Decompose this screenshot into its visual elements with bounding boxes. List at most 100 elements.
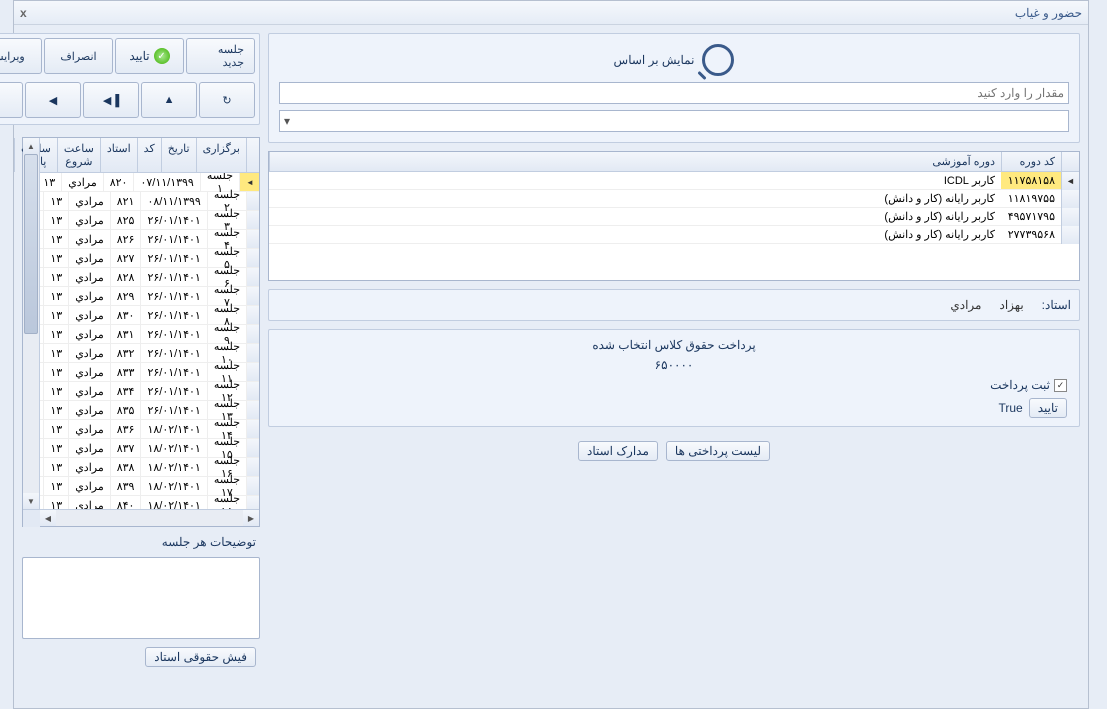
session-start: ۱۳ (44, 401, 69, 420)
session-start: ۱۳ (44, 325, 69, 344)
course-row[interactable]: ۴۹۵۷۱۷۹۵ کاربر رایانه (کار و دانش) (270, 208, 1080, 226)
sessions-col-holding[interactable]: برگزاری (197, 138, 247, 172)
course-code: ۱۱۷۵۸۱۵۸ (1002, 172, 1062, 190)
new-session-button[interactable]: جلسه جدید (187, 38, 256, 74)
search-dropdown[interactable] (280, 110, 1070, 132)
scroll-up-icon[interactable]: ▲ (24, 138, 40, 154)
row-indicator-icon (247, 211, 260, 230)
nav-refresh-button[interactable]: ↻ (200, 82, 256, 118)
session-code: ۸۲۵ (111, 211, 142, 230)
session-date: ۲۶/۰۱/۱۴۰۱ (141, 306, 207, 325)
row-indicator-icon (1062, 172, 1080, 190)
course-grid[interactable]: کد دوره دوره آموزشی ۱۱۷۵۸۱۵۸ کاربر ICDL … (269, 151, 1081, 281)
teacher-label: استاد: (1043, 298, 1072, 312)
session-date: ۲۶/۰۱/۱۴۰۱ (141, 211, 207, 230)
row-indicator-icon (247, 287, 260, 306)
main-window: حضور و غیاب x نمایش بر اساس کد دوره دوره… (14, 0, 1090, 709)
session-start: ۱۳ (44, 268, 69, 287)
session-date: ۱۸/۰۲/۱۴۰۱ (141, 458, 207, 477)
nav-last-button[interactable]: ▐◀ (84, 82, 140, 118)
session-date: ۲۶/۰۱/۱۴۰۱ (141, 344, 207, 363)
row-indicator-icon (247, 268, 260, 287)
session-date: ۲۶/۰۱/۱۴۰۱ (141, 382, 207, 401)
session-teacher: مرادي (69, 458, 111, 477)
session-start: ۱۳ (44, 458, 69, 477)
session-teacher: مرادي (69, 211, 111, 230)
session-start: ۱۳ (44, 211, 69, 230)
row-indicator-icon (247, 363, 260, 382)
session-teacher: مرادي (69, 306, 111, 325)
session-code: ۸۳۲ (111, 344, 142, 363)
session-code: ۸۲۸ (111, 268, 142, 287)
session-date: ۲۶/۰۱/۱۴۰۱ (141, 325, 207, 344)
session-start: ۱۳ (44, 477, 69, 496)
session-teacher: مرادي (69, 401, 111, 420)
session-code: ۸۳۹ (111, 477, 142, 496)
course-col-name[interactable]: دوره آموزشی (270, 152, 1002, 171)
teacher-last: مرادي (951, 298, 982, 312)
confirm-button[interactable]: ✓ تایید (116, 38, 185, 74)
register-payment-label: ثبت پرداخت (991, 378, 1051, 392)
sessions-hscroll[interactable]: ◀ ▶ (24, 509, 260, 526)
course-col-code[interactable]: کد دوره (1002, 152, 1062, 171)
teacher-docs-button[interactable]: مدارک استاد (579, 441, 659, 461)
nav-up-button[interactable]: ▲ (142, 82, 198, 118)
course-row[interactable]: ۱۱۸۱۹۷۵۵ کاربر رایانه (کار و دانش) (270, 190, 1080, 208)
session-code: ۸۲۶ (111, 230, 142, 249)
payment-bool: True (1000, 401, 1024, 415)
payment-confirm-button[interactable]: تایید (1030, 398, 1068, 418)
session-code: ۸۳۱ (111, 325, 142, 344)
row-indicator-icon (1062, 226, 1080, 244)
session-start: ۱۳ (44, 439, 69, 458)
search-input[interactable] (280, 82, 1070, 104)
salary-slip-button[interactable]: فیش حقوقی استاد (146, 647, 257, 667)
row-indicator-icon (247, 306, 260, 325)
cancel-button[interactable]: انصراف (45, 38, 114, 74)
course-row[interactable]: ۱۱۷۵۸۱۵۸ کاربر ICDL (270, 172, 1080, 190)
edit-button[interactable]: ویرایش (0, 38, 43, 74)
session-teacher: مرادي (69, 230, 111, 249)
row-indicator-icon (1062, 190, 1080, 208)
sessions-col-date[interactable]: تاریخ (162, 138, 197, 172)
nav-next-button[interactable]: ◀ (26, 82, 82, 118)
row-indicator-icon (1062, 208, 1080, 226)
sessions-col-teacher[interactable]: استاد (101, 138, 138, 172)
sessions-grid[interactable]: برگزاری تاریخ کد استاد ساعت شروع ساعت پا… (23, 137, 261, 527)
payment-amount: ۶۵۰۰۰۰ (656, 358, 695, 372)
scroll-right-icon[interactable]: ▶ (244, 510, 260, 526)
scroll-thumb[interactable] (25, 154, 39, 334)
nav-prev-button[interactable]: ▶ (0, 82, 24, 118)
session-date: ۲۶/۰۱/۱۴۰۱ (141, 287, 207, 306)
row-indicator-icon (247, 344, 260, 363)
session-code: ۸۳۸ (111, 458, 142, 477)
teacher-first: بهزاد (1000, 298, 1024, 312)
course-row[interactable]: ۲۷۷۳۹۵۶۸ کاربر رایانه (کار و دانش) (270, 226, 1080, 244)
notes-textarea[interactable] (23, 557, 261, 639)
session-teacher: مرادي (69, 344, 111, 363)
course-name: کاربر رایانه (کار و دانش) (270, 226, 1002, 244)
course-name: کاربر رایانه (کار و دانش) (270, 190, 1002, 208)
session-start: ۱۳ (44, 382, 69, 401)
row-indicator-icon (247, 230, 260, 249)
scroll-down-icon[interactable]: ▼ (24, 493, 40, 509)
register-payment-checkbox[interactable]: ✓ (1055, 379, 1068, 392)
sessions-col-start[interactable]: ساعت شروع (58, 138, 101, 172)
session-teacher: مرادي (69, 268, 111, 287)
session-teacher: مرادي (62, 173, 104, 192)
sessions-col-code[interactable]: کد (138, 138, 162, 172)
close-icon[interactable]: x (21, 6, 28, 20)
search-panel: نمایش بر اساس (269, 33, 1081, 143)
session-code: ۸۲۹ (111, 287, 142, 306)
session-teacher: مرادي (69, 287, 111, 306)
session-date: ۱۸/۰۲/۱۴۰۱ (141, 477, 207, 496)
payments-list-button[interactable]: لیست پرداختی ها (667, 441, 771, 461)
row-indicator-icon (247, 420, 260, 439)
row-indicator-icon (247, 325, 260, 344)
sessions-vscroll[interactable]: ▲ ▼ (24, 138, 41, 509)
row-indicator-icon (247, 192, 260, 211)
search-label: نمایش بر اساس (615, 53, 696, 67)
course-code: ۲۷۷۳۹۵۶۸ (1002, 226, 1062, 244)
course-code: ۱۱۸۱۹۷۵۵ (1002, 190, 1062, 208)
row-indicator-icon (247, 382, 260, 401)
scroll-left-icon[interactable]: ◀ (41, 510, 57, 526)
